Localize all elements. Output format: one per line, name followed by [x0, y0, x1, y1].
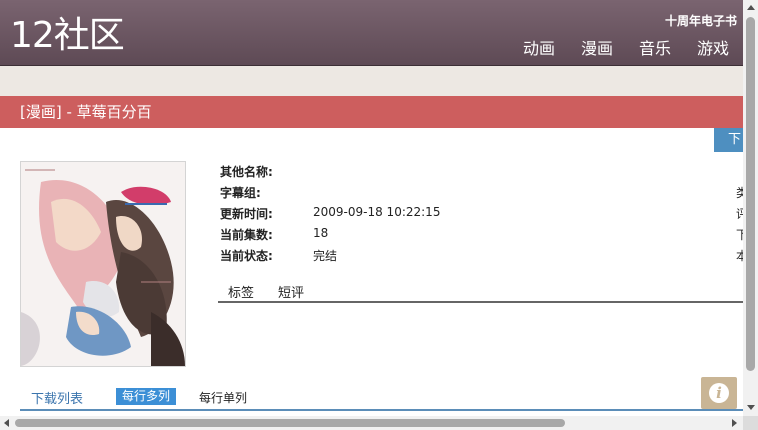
nav-games[interactable]: 游戏: [697, 38, 729, 60]
site-header: 12社区 十周年电子书 动画 漫画 音乐 游戏: [0, 0, 743, 66]
nav-manga[interactable]: 漫画: [581, 38, 613, 60]
page-title-bar: [漫画] - 草莓百分百: [0, 96, 743, 128]
single-column-toggle[interactable]: 每行单列: [199, 389, 247, 406]
info-label: 当前状态:: [220, 249, 273, 263]
anniversary-ebook-link[interactable]: 十周年电子书: [665, 12, 737, 29]
tab-short-reviews[interactable]: 短评: [278, 282, 304, 301]
vertical-scrollbar[interactable]: [743, 0, 758, 416]
cover-image: [20, 161, 186, 367]
info-value: 2009-09-18 10:22:15: [313, 205, 441, 219]
vertical-scroll-thumb[interactable]: [746, 17, 755, 371]
horizontal-scrollbar[interactable]: [0, 416, 743, 430]
horizontal-scroll-thumb[interactable]: [15, 419, 565, 427]
download-list-title[interactable]: 下载列表: [31, 388, 83, 407]
right-column-clipped: 评: [736, 207, 743, 221]
download-list-bar: 下载列表 每行多列 每行单列: [20, 388, 743, 411]
detail-tabs: 标签 短评: [218, 282, 743, 303]
info-icon: i: [709, 383, 729, 403]
info-value: 18: [313, 226, 329, 240]
scroll-up-icon[interactable]: [747, 5, 755, 10]
info-button[interactable]: i: [701, 377, 737, 409]
download-tab-button[interactable]: 下: [714, 128, 743, 152]
nav-anime[interactable]: 动画: [523, 38, 555, 60]
info-label: 其他名称:: [220, 165, 273, 179]
site-logo[interactable]: 12社区: [10, 14, 125, 58]
scroll-left-icon[interactable]: [4, 419, 9, 427]
nav-music[interactable]: 音乐: [639, 38, 671, 60]
scroll-down-icon[interactable]: [747, 405, 755, 410]
multi-column-toggle[interactable]: 每行多列: [116, 388, 177, 405]
tab-tags[interactable]: 标签: [228, 282, 254, 301]
info-value: 完结: [313, 249, 338, 263]
header-spacer: [0, 66, 743, 96]
right-column-clipped: 本: [736, 249, 743, 263]
scroll-right-icon[interactable]: [732, 419, 737, 427]
page-title: [漫画] - 草莓百分百: [20, 103, 152, 121]
scrollbar-corner: [743, 416, 758, 430]
main-nav: 动画 漫画 音乐 游戏: [523, 38, 729, 60]
info-label: 字幕组:: [220, 186, 261, 200]
cover-illustration: [21, 162, 185, 366]
right-column-clipped: 类: [736, 186, 743, 200]
info-label: 更新时间:: [220, 207, 273, 221]
right-column-clipped: 下: [736, 228, 743, 242]
info-label: 当前集数:: [220, 228, 273, 242]
